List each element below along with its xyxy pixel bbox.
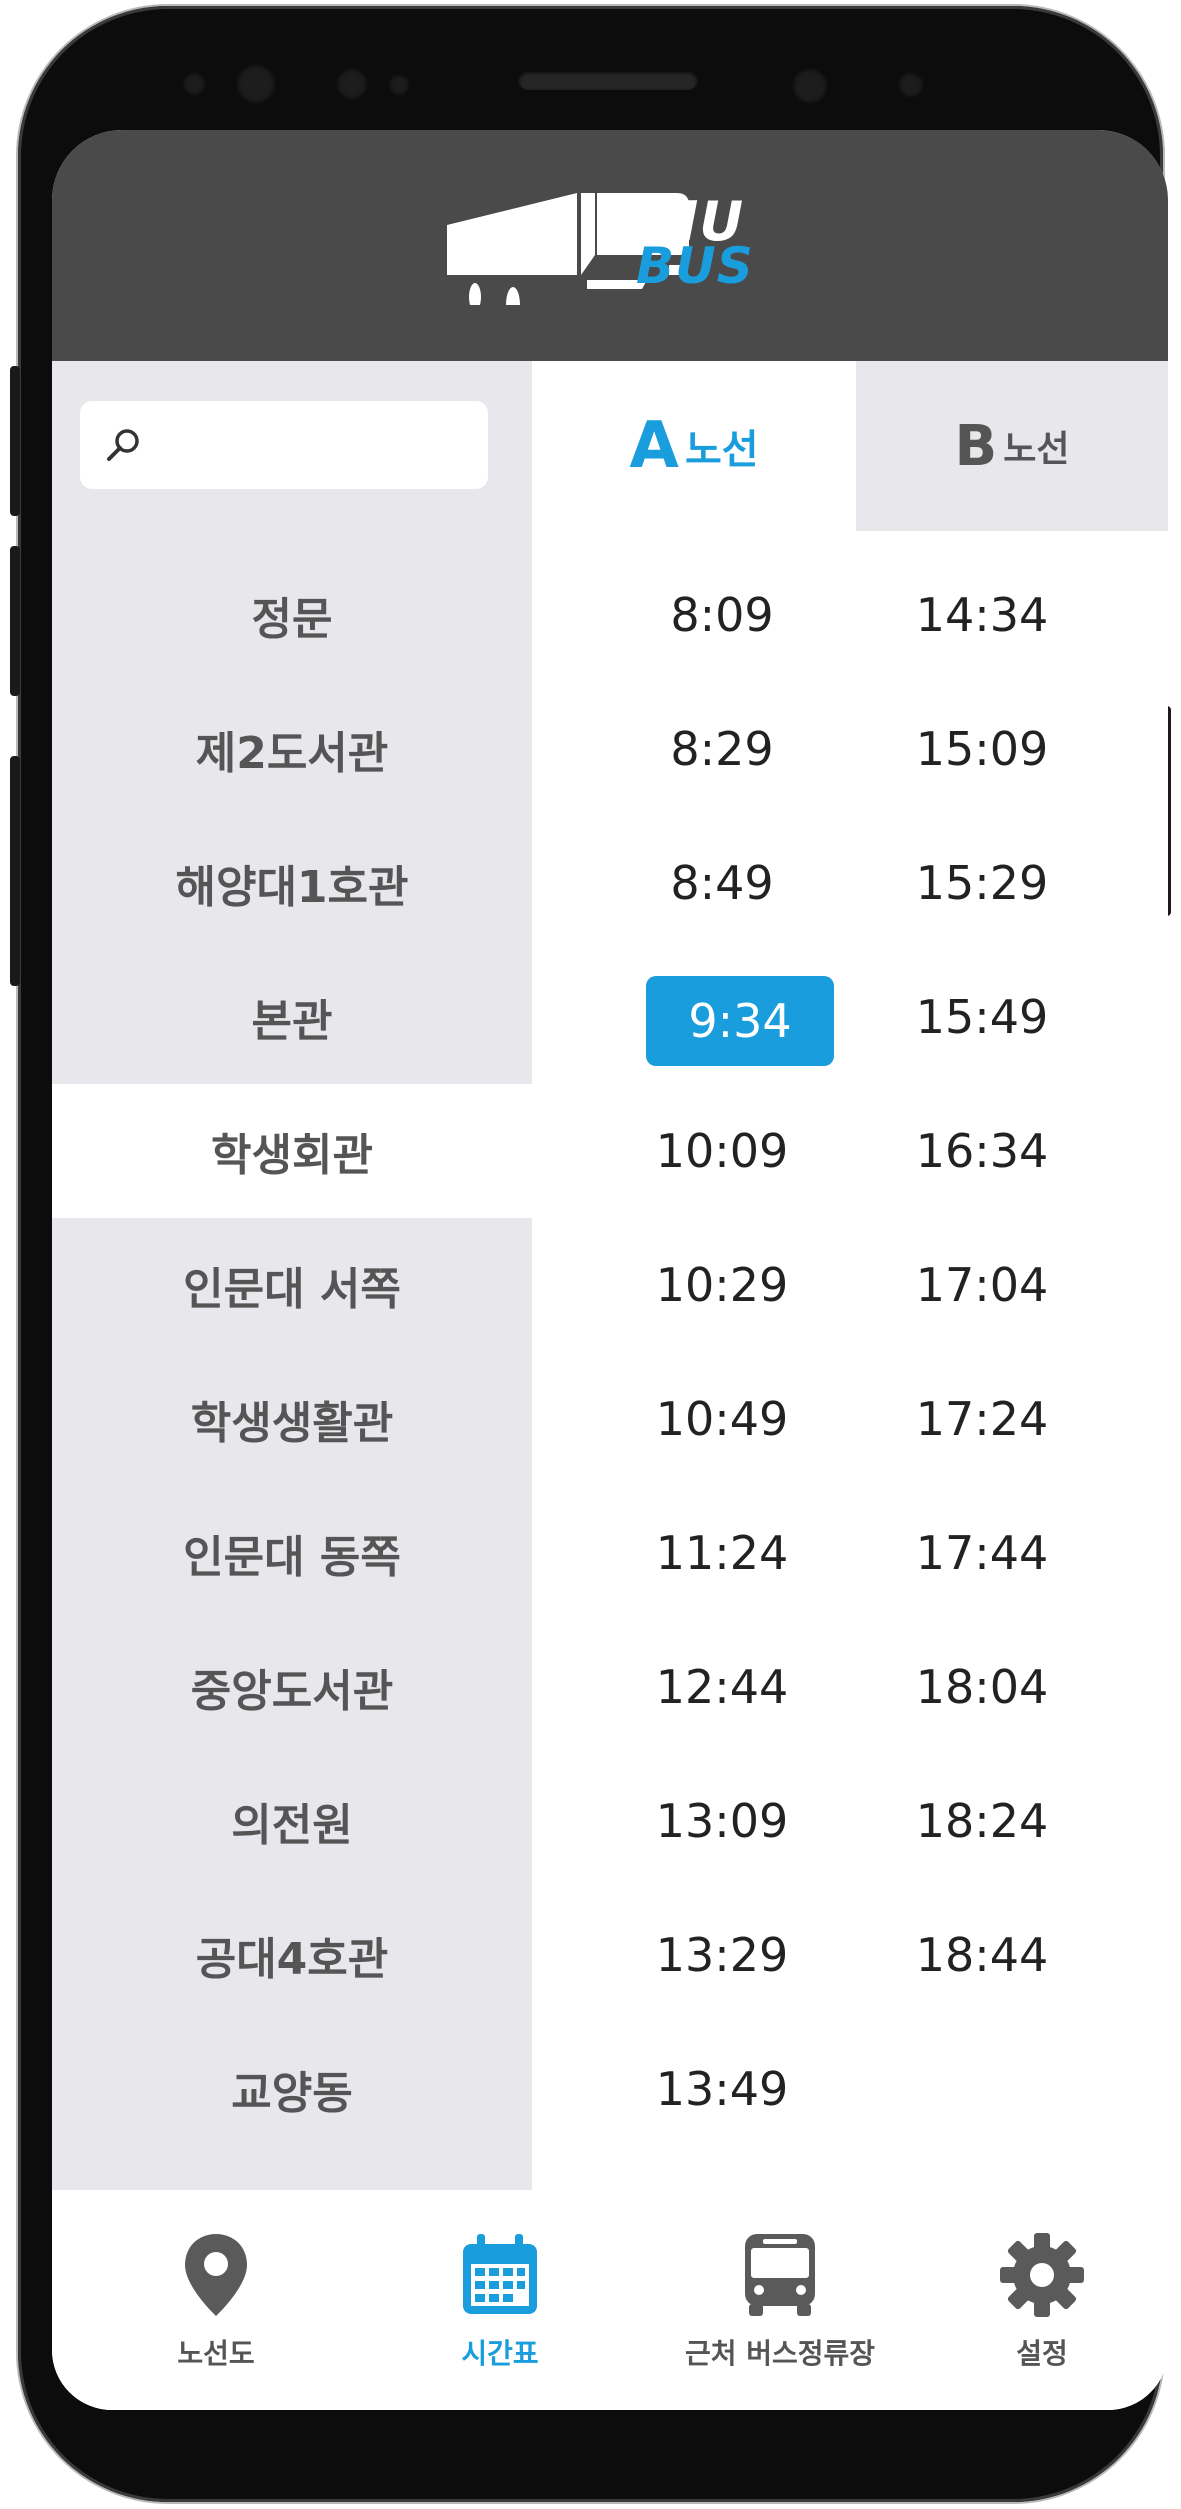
tab-label: 노선 — [1003, 429, 1070, 470]
volume-button — [10, 366, 20, 516]
sensor-dot — [182, 72, 206, 96]
time-cell-b[interactable]: 15:29 — [882, 838, 1082, 928]
stop-item[interactable]: 인문대 동쪽 — [52, 1486, 532, 1620]
search-icon — [107, 429, 139, 461]
stop-item-selected[interactable]: 학생회관 — [52, 1084, 532, 1218]
time-cell-b[interactable]: 15:49 — [882, 972, 1082, 1062]
bus-icon — [745, 2234, 815, 2316]
time-cell-b[interactable]: 16:34 — [882, 1106, 1082, 1196]
app-header: JNU BUS — [52, 130, 1168, 361]
time-cell-a[interactable]: 8:09 — [622, 570, 822, 660]
stop-item[interactable]: 학생생활관 — [52, 1352, 532, 1486]
stop-item[interactable]: 교양동 — [52, 2022, 532, 2156]
sensor-dot — [388, 74, 410, 96]
stop-item[interactable]: 해양대1호관 — [52, 816, 532, 950]
time-cell-b[interactable]: 14:34 — [882, 570, 1082, 660]
sensor-dot — [898, 72, 924, 98]
time-cell-a[interactable]: 10:09 — [622, 1106, 822, 1196]
time-cell-a[interactable]: 10:29 — [622, 1240, 822, 1330]
stop-item[interactable]: 제2도서관 — [52, 682, 532, 816]
tab-letter: B — [954, 413, 998, 479]
time-cell-b[interactable]: 18:44 — [882, 1910, 1082, 2000]
search-input[interactable] — [80, 401, 488, 489]
nav-nearby-stops[interactable]: 근처 버스정류장 — [630, 2190, 930, 2410]
time-cell-b[interactable]: 17:04 — [882, 1240, 1082, 1330]
time-cell-a[interactable]: 8:29 — [622, 704, 822, 794]
stop-item[interactable]: 본관 — [52, 950, 532, 1084]
time-cell-a[interactable]: 11:24 — [622, 1508, 822, 1598]
stop-item[interactable]: 의전원 — [52, 1754, 532, 1888]
stop-item[interactable]: 중앙도서관 — [52, 1620, 532, 1754]
nav-timetable[interactable]: 시간표 — [380, 2190, 620, 2410]
tab-letter: A — [629, 409, 679, 483]
time-cell-a[interactable]: 12:44 — [622, 1642, 822, 1732]
volume-button — [10, 546, 20, 696]
tab-route-a[interactable]: A 노선 — [532, 361, 856, 531]
time-cell-b[interactable]: 18:04 — [882, 1642, 1082, 1732]
stop-item[interactable]: 정문 — [52, 548, 532, 682]
time-cell-b[interactable]: 15:09 — [882, 704, 1082, 794]
time-cell-a[interactable]: 10:49 — [622, 1374, 822, 1464]
time-cell-a[interactable]: 8:49 — [622, 838, 822, 928]
tab-route-b[interactable]: B 노선 — [856, 361, 1168, 531]
nav-route-map[interactable]: 노선도 — [96, 2190, 336, 2410]
time-cell-a[interactable]: 13:49 — [622, 2044, 822, 2134]
nav-settings[interactable]: 설정 — [952, 2190, 1132, 2410]
map-pin-icon — [185, 2234, 247, 2316]
bixby-button — [10, 756, 20, 986]
time-cell-a[interactable]: 13:29 — [622, 1910, 822, 2000]
time-cell-a-current[interactable]: 9:34 — [646, 976, 834, 1066]
phone-frame: JNU BUS A 노선 B 노선 정문 제2도서관 해양대1호관 본관 학생회… — [10, 6, 1171, 2502]
nav-label: 설정 — [1016, 2337, 1068, 2370]
stop-item[interactable]: 공대4호관 — [52, 1888, 532, 2022]
calendar-icon — [463, 2234, 537, 2314]
time-cell-b[interactable]: 18:24 — [882, 1776, 1082, 1866]
sensor-dot — [236, 64, 276, 104]
time-cell-a[interactable]: 13:09 — [622, 1776, 822, 1866]
tab-label: 노선 — [684, 427, 759, 473]
gear-icon — [1000, 2233, 1084, 2317]
nav-label: 시간표 — [461, 2337, 539, 2370]
time-cell-b[interactable]: 17:24 — [882, 1374, 1082, 1464]
stop-item[interactable]: 인문대 서쪽 — [52, 1218, 532, 1352]
nav-label: 근처 버스정류장 — [684, 2337, 876, 2370]
logo-subtitle: BUS — [636, 237, 754, 295]
nav-label: 노선도 — [177, 2337, 255, 2370]
app-screen: JNU BUS A 노선 B 노선 정문 제2도서관 해양대1호관 본관 학생회… — [52, 130, 1168, 2410]
earpiece-speaker — [518, 70, 698, 90]
time-cell-b[interactable]: 17:44 — [882, 1508, 1082, 1598]
front-camera — [792, 68, 828, 104]
bottom-nav: 노선도 시간표 근처 버스정류장 설정 — [52, 2190, 1168, 2410]
sensor-dot — [336, 68, 368, 100]
